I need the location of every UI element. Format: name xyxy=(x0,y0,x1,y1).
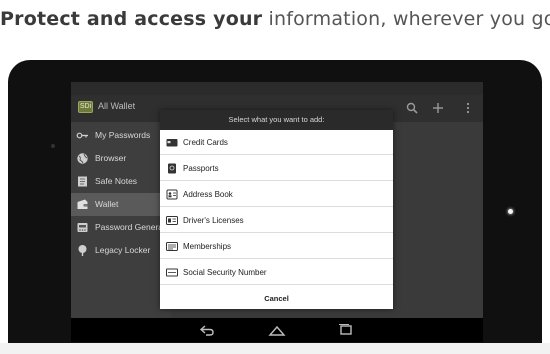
credit-card-icon xyxy=(166,139,178,147)
sidebar-item-wallet[interactable]: Wallet xyxy=(71,193,171,216)
membership-icon xyxy=(166,242,178,251)
search-icon[interactable] xyxy=(405,100,419,116)
sidebar-item-password-generator[interactable]: Password Generat xyxy=(71,216,171,239)
dialog-item-memberships[interactable]: Memberships xyxy=(160,234,393,259)
dialog-item-label: Address Book xyxy=(183,190,233,199)
drivers-license-icon xyxy=(166,216,178,225)
address-book-icon xyxy=(166,189,178,200)
system-navigation-bar xyxy=(71,318,483,342)
headline-bold-text: Protect and access your xyxy=(0,8,263,30)
home-icon[interactable] xyxy=(268,323,286,337)
dialog-item-label: Driver's Licenses xyxy=(183,216,244,225)
sensor-light xyxy=(508,209,513,214)
tree-icon xyxy=(78,245,87,256)
sidebar-item-browser[interactable]: Browser xyxy=(71,147,171,170)
wallet-icon xyxy=(77,199,88,209)
sidebar-item-label: Legacy Locker xyxy=(95,245,151,255)
app-logo-icon[interactable]: SDi xyxy=(78,101,93,113)
action-bar-title: All Wallet xyxy=(98,101,136,111)
sidebar-nav: My Passwords Browser Safe Notes Wallet P… xyxy=(71,122,171,326)
sidebar-item-safe-notes[interactable]: Safe Notes xyxy=(71,170,171,193)
add-icon[interactable] xyxy=(431,100,445,116)
marketing-headline: Protect and access your information, whe… xyxy=(0,8,550,30)
dialog-title: Select what you want to add: xyxy=(160,110,393,130)
dialog-item-passports[interactable]: Passports xyxy=(160,156,393,181)
overflow-menu-icon[interactable] xyxy=(461,100,475,116)
dialog-item-label: Credit Cards xyxy=(183,138,228,147)
sidebar-item-label: Wallet xyxy=(95,199,119,209)
sidebar-item-label: My Passwords xyxy=(95,130,151,140)
camera-dot xyxy=(51,144,55,148)
page-bottom-strip xyxy=(0,343,550,354)
recent-apps-icon[interactable] xyxy=(337,323,355,337)
sidebar-item-label: Safe Notes xyxy=(95,176,138,186)
dialog-item-address-book[interactable]: Address Book xyxy=(160,182,393,207)
dialog-item-credit-cards[interactable]: Credit Cards xyxy=(160,130,393,155)
key-icon xyxy=(76,132,88,139)
globe-icon xyxy=(77,153,88,164)
generator-icon xyxy=(77,223,88,232)
dialog-item-label: Memberships xyxy=(183,242,232,251)
passport-icon xyxy=(168,163,176,174)
sidebar-item-label: Password Generat xyxy=(95,222,166,232)
sidebar-item-label: Browser xyxy=(95,153,127,163)
dialog-item-label: Passports xyxy=(183,164,219,173)
dialog-item-drivers-licenses[interactable]: Driver's Licenses xyxy=(160,208,393,233)
dialog-item-label: Social Security Number xyxy=(183,268,267,277)
ssn-card-icon xyxy=(166,268,178,277)
add-item-dialog: Select what you want to add: Credit Card… xyxy=(160,110,393,309)
sidebar-item-legacy-locker[interactable]: Legacy Locker xyxy=(71,239,171,262)
dialog-item-social-security-number[interactable]: Social Security Number xyxy=(160,260,393,285)
cancel-button[interactable]: Cancel xyxy=(160,288,393,309)
back-icon[interactable] xyxy=(198,323,216,337)
sidebar-item-my-passwords[interactable]: My Passwords xyxy=(71,124,171,147)
note-icon xyxy=(78,176,87,187)
headline-light-text: information, wherever you go xyxy=(268,8,550,30)
